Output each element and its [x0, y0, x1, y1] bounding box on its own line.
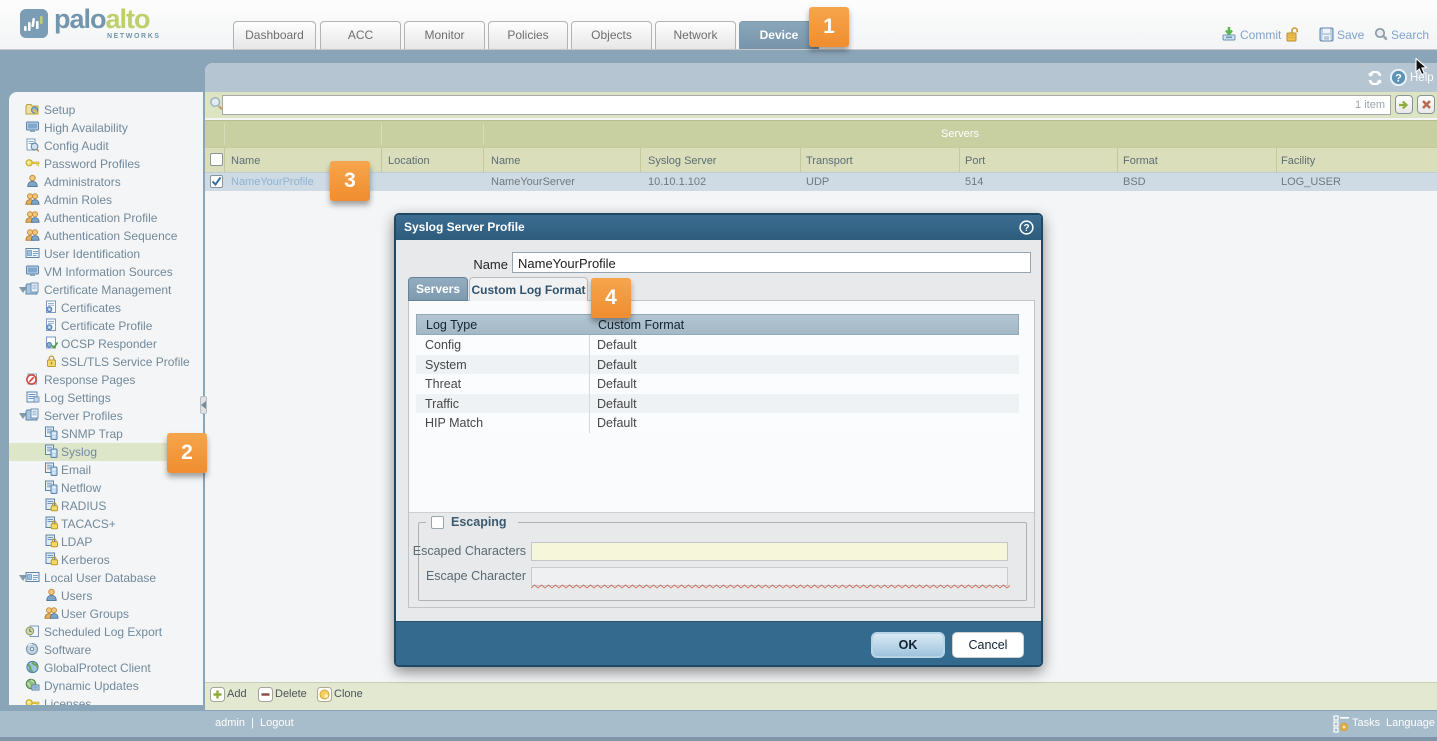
svg-text:?: ?	[1395, 73, 1402, 85]
svg-text:?: ?	[1023, 223, 1029, 234]
